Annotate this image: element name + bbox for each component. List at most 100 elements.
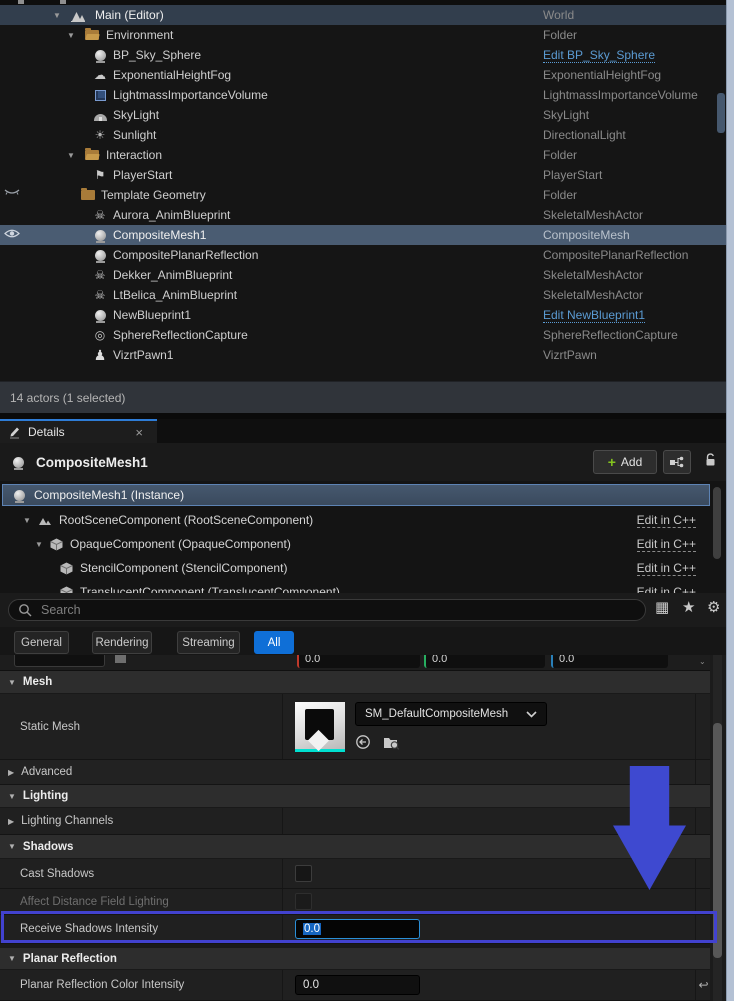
actor-type: VizrtPawn	[543, 348, 597, 362]
chevron-down-icon: ▼	[8, 842, 16, 851]
outliner-row-compositeplanarreflection[interactable]: CompositePlanarReflection CompositePlana…	[0, 245, 726, 265]
search-input[interactable]	[39, 602, 599, 618]
actor-type: Folder	[543, 188, 577, 202]
close-icon[interactable]: ×	[135, 425, 143, 440]
reset-to-default-button[interactable]: ↩	[697, 970, 710, 1000]
edit-blueprint-link[interactable]: Edit NewBlueprint1	[543, 308, 645, 323]
component-row-rootscene[interactable]: ▼ RootSceneComponent (RootSceneComponent…	[0, 509, 710, 531]
outliner-scrollbar-thumb[interactable]	[717, 93, 725, 133]
outliner-row-spherereflectioncapture[interactable]: ◎ SphereReflectionCapture SphereReflecti…	[0, 325, 726, 345]
scale-x-field[interactable]: 0.0	[297, 655, 420, 668]
lock-details-button[interactable]	[703, 452, 718, 468]
details-scrollbar-thumb[interactable]	[713, 723, 722, 958]
search-box[interactable]	[8, 599, 646, 621]
tab-general[interactable]: General	[14, 631, 69, 654]
open-lock-icon	[703, 452, 718, 468]
outliner-row-ltbelica-animblueprint[interactable]: ☠ LtBelica_AnimBlueprint SkeletalMeshAct…	[0, 285, 726, 305]
clipped-transform-row: 0.0 0.0 0.0 ⌄	[0, 655, 710, 671]
asset-name: SM_DefaultCompositeMesh	[365, 708, 508, 720]
chevron-down-icon[interactable]: ▼	[66, 31, 76, 40]
scale-z-field[interactable]: 0.0	[551, 655, 668, 668]
blueprint-hierarchy-button[interactable]	[663, 450, 691, 474]
outliner-row-bp-sky-sphere[interactable]: BP_Sky_Sphere Edit BP_Sky_Sphere	[0, 45, 726, 65]
property-row-advanced[interactable]: ▶ Advanced	[0, 760, 710, 785]
settings-gear-icon[interactable]: ⚙	[707, 598, 720, 616]
outliner-row-main-editor[interactable]: ▼ Main (Editor) World	[0, 5, 726, 25]
component-row-translucent[interactable]: TranslucentComponent (TranslucentCompone…	[0, 581, 710, 593]
section-header-lighting[interactable]: ▼ Lighting	[0, 785, 710, 808]
visibility-eye-icon[interactable]	[4, 228, 20, 239]
use-selected-asset-icon[interactable]	[355, 734, 371, 750]
section-title: Planar Reflection	[23, 953, 117, 965]
outliner-row-vizrtpawn1[interactable]: ♟ VizrtPawn1 VizrtPawn	[0, 345, 726, 365]
clipped-reset-icon[interactable]: ⌄	[699, 657, 707, 664]
section-header-mesh[interactable]: ▼ Mesh	[0, 671, 710, 694]
component-row-opaque[interactable]: ▼ OpaqueComponent (OpaqueComponent) Edit…	[0, 533, 710, 555]
planar-reflection-color-intensity-input[interactable]: 0.0	[295, 975, 420, 995]
component-label: OpaqueComponent (OpaqueComponent)	[70, 537, 291, 551]
actor-label: LightmassImportanceVolume	[113, 88, 268, 102]
cast-shadows-checkbox[interactable]	[295, 865, 312, 882]
outliner-row-environment[interactable]: ▼ Environment Folder	[0, 25, 726, 45]
world-outliner-panel: ▼ Main (Editor) World ▼ Environment Fold…	[0, 0, 734, 381]
edit-in-cpp-link[interactable]: Edit in C++	[637, 537, 696, 552]
tab-all[interactable]: All	[254, 631, 294, 654]
actor-type: ExponentialHeightFog	[543, 68, 661, 82]
details-pen-icon	[8, 425, 21, 439]
chevron-down-icon[interactable]: ▼	[22, 516, 32, 525]
static-mesh-asset-dropdown[interactable]: SM_DefaultCompositeMesh	[355, 702, 547, 726]
display-grid-icon[interactable]: ▦	[655, 598, 669, 616]
chevron-down-icon: ▼	[8, 954, 16, 963]
tab-rendering[interactable]: Rendering	[92, 631, 152, 654]
favorites-star-icon[interactable]: ★	[682, 598, 695, 616]
outliner-row-sunlight[interactable]: ☀ Sunlight DirectionalLight	[0, 125, 726, 145]
outliner-row-exponentialheightfog[interactable]: ☁ ExponentialHeightFog ExponentialHeight…	[0, 65, 726, 85]
outliner-row-compositemesh1-selected[interactable]: CompositeMesh1 CompositeMesh	[0, 225, 726, 245]
outliner-row-newblueprint1[interactable]: NewBlueprint1 Edit NewBlueprint1	[0, 305, 726, 325]
tab-streaming[interactable]: Streaming	[177, 631, 240, 654]
edit-in-cpp-link[interactable]: Edit in C++	[637, 561, 696, 576]
chevron-down-icon[interactable]: ▼	[34, 540, 44, 549]
scale-y-field[interactable]: 0.0	[424, 655, 545, 668]
field-value: 0.0	[432, 655, 447, 665]
clipped-lock-icon[interactable]	[115, 655, 126, 663]
edit-in-cpp-link[interactable]: Edit in C++	[637, 513, 696, 528]
browse-to-asset-icon[interactable]	[383, 735, 400, 750]
component-row-stencil[interactable]: StencilComponent (StencilComponent) Edit…	[0, 557, 710, 579]
actor-type: SkeletalMeshActor	[543, 288, 643, 302]
component-scrollbar-thumb[interactable]	[713, 487, 721, 559]
outliner-row-template-geometry[interactable]: Template Geometry Folder	[0, 185, 726, 205]
outliner-row-aurora-animblueprint[interactable]: ☠ Aurora_AnimBlueprint SkeletalMeshActor	[0, 205, 726, 225]
add-component-button[interactable]: + Add	[593, 450, 657, 474]
outliner-row-playerstart[interactable]: ⚑ PlayerStart PlayerStart	[0, 165, 726, 185]
chevron-down-icon[interactable]: ▼	[66, 151, 76, 160]
section-title: Mesh	[23, 676, 52, 688]
edit-blueprint-link[interactable]: Edit BP_Sky_Sphere	[543, 48, 655, 63]
edit-in-cpp-link[interactable]: Edit in C++	[637, 585, 696, 594]
receive-shadows-intensity-input[interactable]: 0.0	[295, 919, 420, 939]
outliner-row-lightmassimportancevolume[interactable]: LightmassImportanceVolume LightmassImpor…	[0, 85, 726, 105]
property-row-affect-distance-field: Affect Distance Field Lighting	[0, 889, 710, 915]
section-header-shadows[interactable]: ▼ Shadows	[0, 835, 710, 859]
chevron-down-icon[interactable]: ▼	[52, 11, 62, 20]
mesh-component-icon	[60, 562, 73, 575]
outliner-row-dekker-animblueprint[interactable]: ☠ Dekker_AnimBlueprint SkeletalMeshActor	[0, 265, 726, 285]
component-row-instance[interactable]: CompositeMesh1 (Instance)	[2, 484, 710, 506]
details-filter-tabs: General Rendering Streaming All	[0, 627, 734, 655]
actor-type: SkyLight	[543, 108, 589, 122]
outliner-row-interaction[interactable]: ▼ Interaction Folder	[0, 145, 726, 165]
clipped-scale-dropdown[interactable]	[14, 655, 105, 667]
actor-type: Folder	[543, 148, 577, 162]
visibility-closed-eye-icon[interactable]	[4, 188, 20, 197]
details-tab-bar: Details ×	[0, 419, 734, 443]
actor-label: PlayerStart	[113, 168, 172, 182]
tab-details[interactable]: Details ×	[0, 419, 157, 443]
scene-component-icon	[38, 515, 52, 526]
actor-label: VizrtPawn1	[113, 348, 173, 362]
outliner-row-skylight[interactable]: SkyLight SkyLight	[0, 105, 726, 125]
static-mesh-thumbnail[interactable]	[295, 702, 345, 752]
property-row-planar-reflection-color-intensity: Planar Reflection Color Intensity 0.0 ↩	[0, 970, 710, 1001]
section-header-planar-reflection[interactable]: ▼ Planar Reflection	[0, 948, 710, 970]
property-row-lighting-channels[interactable]: ▶ Lighting Channels	[0, 808, 710, 835]
pawn-icon: ♟	[92, 347, 108, 363]
